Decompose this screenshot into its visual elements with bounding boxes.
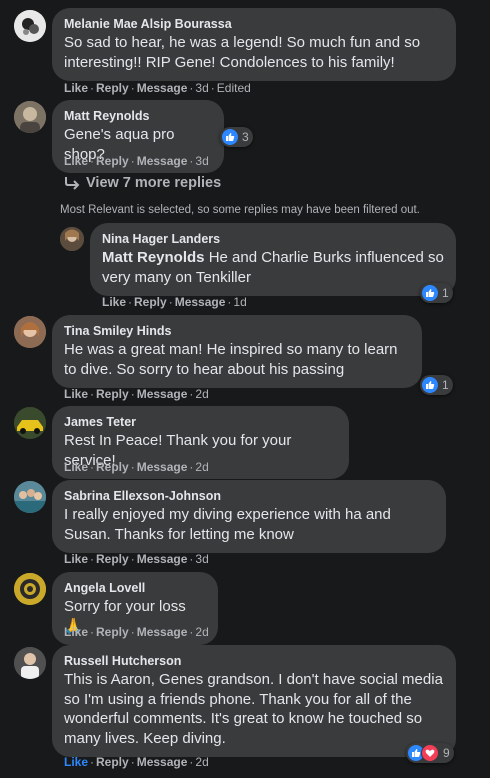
message-button[interactable]: Message bbox=[137, 81, 188, 95]
reaction-count: 3 bbox=[242, 130, 249, 144]
reply-button[interactable]: Reply bbox=[96, 625, 129, 639]
like-button[interactable]: Like bbox=[64, 154, 88, 168]
like-button[interactable]: Like bbox=[64, 625, 88, 639]
reply-button[interactable]: Reply bbox=[96, 755, 129, 769]
edited-label: Edited bbox=[216, 81, 251, 95]
like-button[interactable]: Like bbox=[64, 552, 88, 566]
reply-button[interactable]: Reply bbox=[96, 552, 129, 566]
comment-bubble: Russell Hutcherson This is Aaron, Genes … bbox=[52, 645, 456, 757]
comment-actions: Like · Reply · Message · 3d · Edited bbox=[64, 81, 251, 95]
message-button[interactable]: Message bbox=[175, 295, 226, 309]
reaction-count: 9 bbox=[443, 746, 450, 760]
message-button[interactable]: Message bbox=[137, 460, 188, 474]
comment-text: This is Aaron, Genes grandson. I don't h… bbox=[64, 671, 443, 747]
timestamp[interactable]: 2d bbox=[195, 625, 208, 639]
timestamp[interactable]: 3d bbox=[195, 81, 208, 95]
reply-button[interactable]: Reply bbox=[96, 387, 129, 401]
timestamp[interactable]: 3d bbox=[195, 154, 208, 168]
avatar[interactable] bbox=[14, 10, 46, 42]
reaction-count: 1 bbox=[442, 286, 449, 300]
reaction-summary[interactable]: 9 bbox=[406, 743, 454, 763]
comment-bubble: Sabrina Ellexson-Johnson I really enjoye… bbox=[52, 480, 446, 553]
like-button[interactable]: Like bbox=[64, 387, 88, 401]
comment-actions: Like · Reply · Message · 2d bbox=[64, 625, 209, 639]
comment-author[interactable]: Matt Reynolds bbox=[64, 108, 212, 124]
timestamp[interactable]: 2d bbox=[195, 755, 208, 769]
comment-author[interactable]: Nina Hager Landers bbox=[102, 231, 444, 247]
reply-button[interactable]: Reply bbox=[134, 295, 167, 309]
comment-bubble: Nina Hager Landers Matt Reynolds He and … bbox=[90, 223, 456, 296]
message-button[interactable]: Message bbox=[137, 154, 188, 168]
comment-author[interactable]: James Teter bbox=[64, 414, 337, 430]
reply-arrow-icon bbox=[65, 177, 80, 190]
message-button[interactable]: Message bbox=[137, 552, 188, 566]
comment-text: He was a great man! He inspired so many … bbox=[64, 341, 398, 378]
comment-author[interactable]: Tina Smiley Hinds bbox=[64, 323, 410, 339]
reaction-summary[interactable]: 3 bbox=[220, 127, 253, 147]
like-reaction-icon bbox=[422, 377, 438, 393]
reaction-summary[interactable]: 1 bbox=[420, 375, 453, 395]
view-more-replies-label: View 7 more replies bbox=[86, 175, 222, 191]
comment-author[interactable]: Russell Hutcherson bbox=[64, 653, 444, 669]
filter-note: Most Relevant is selected, so some repli… bbox=[60, 204, 420, 216]
like-button[interactable]: Like bbox=[64, 460, 88, 474]
like-button[interactable]: Like bbox=[102, 295, 126, 309]
comment-bubble: Tina Smiley Hinds He was a great man! He… bbox=[52, 315, 422, 388]
reply-button[interactable]: Reply bbox=[96, 81, 129, 95]
like-button[interactable]: Like bbox=[64, 81, 88, 95]
avatar[interactable] bbox=[14, 647, 46, 679]
message-button[interactable]: Message bbox=[137, 625, 188, 639]
comment-bubble: Melanie Mae Alsip Bourassa So sad to hea… bbox=[52, 8, 456, 81]
avatar[interactable] bbox=[14, 101, 46, 133]
heart-reaction-icon bbox=[421, 744, 439, 762]
avatar[interactable] bbox=[14, 316, 46, 348]
reply-button[interactable]: Reply bbox=[96, 154, 129, 168]
comment-actions: Like · Reply · Message · 2d bbox=[64, 387, 209, 401]
comment-actions: Like · Reply · Message · 3d bbox=[64, 552, 209, 566]
reaction-count: 1 bbox=[442, 378, 449, 392]
comment-actions: Like · Reply · Message · 2d bbox=[64, 755, 209, 769]
timestamp[interactable]: 2d bbox=[195, 387, 208, 401]
comment-author[interactable]: Sabrina Ellexson-Johnson bbox=[64, 488, 434, 504]
timestamp[interactable]: 1d bbox=[233, 295, 246, 309]
timestamp[interactable]: 2d bbox=[195, 460, 208, 474]
like-reaction-icon bbox=[422, 285, 438, 301]
timestamp[interactable]: 3d bbox=[195, 552, 208, 566]
avatar[interactable] bbox=[60, 227, 84, 251]
comment-text: Matt Reynolds He and Charlie Burks influ… bbox=[102, 248, 444, 287]
comment-actions: Like · Reply · Message · 3d bbox=[64, 154, 209, 168]
comment-text: I really enjoyed my diving experience wi… bbox=[64, 506, 391, 543]
like-button[interactable]: Like bbox=[64, 755, 88, 769]
reply-button[interactable]: Reply bbox=[96, 460, 129, 474]
view-more-replies-link[interactable]: View 7 more replies bbox=[64, 175, 221, 191]
comment-author[interactable]: Angela Lovell bbox=[64, 580, 206, 596]
avatar[interactable] bbox=[14, 481, 46, 513]
message-button[interactable]: Message bbox=[137, 755, 188, 769]
comment-text: So sad to hear, he was a legend! So much… bbox=[64, 34, 421, 71]
reaction-summary[interactable]: 1 bbox=[420, 283, 453, 303]
avatar[interactable] bbox=[14, 573, 46, 605]
comment-author[interactable]: Melanie Mae Alsip Bourassa bbox=[64, 16, 444, 32]
comment-actions: Like · Reply · Message · 2d bbox=[64, 460, 209, 474]
mention-link[interactable]: Matt Reynolds bbox=[102, 249, 205, 266]
avatar[interactable] bbox=[14, 407, 46, 439]
message-button[interactable]: Message bbox=[137, 387, 188, 401]
like-reaction-icon bbox=[222, 129, 238, 145]
comment-actions: Like · Reply · Message · 1d bbox=[102, 295, 247, 309]
